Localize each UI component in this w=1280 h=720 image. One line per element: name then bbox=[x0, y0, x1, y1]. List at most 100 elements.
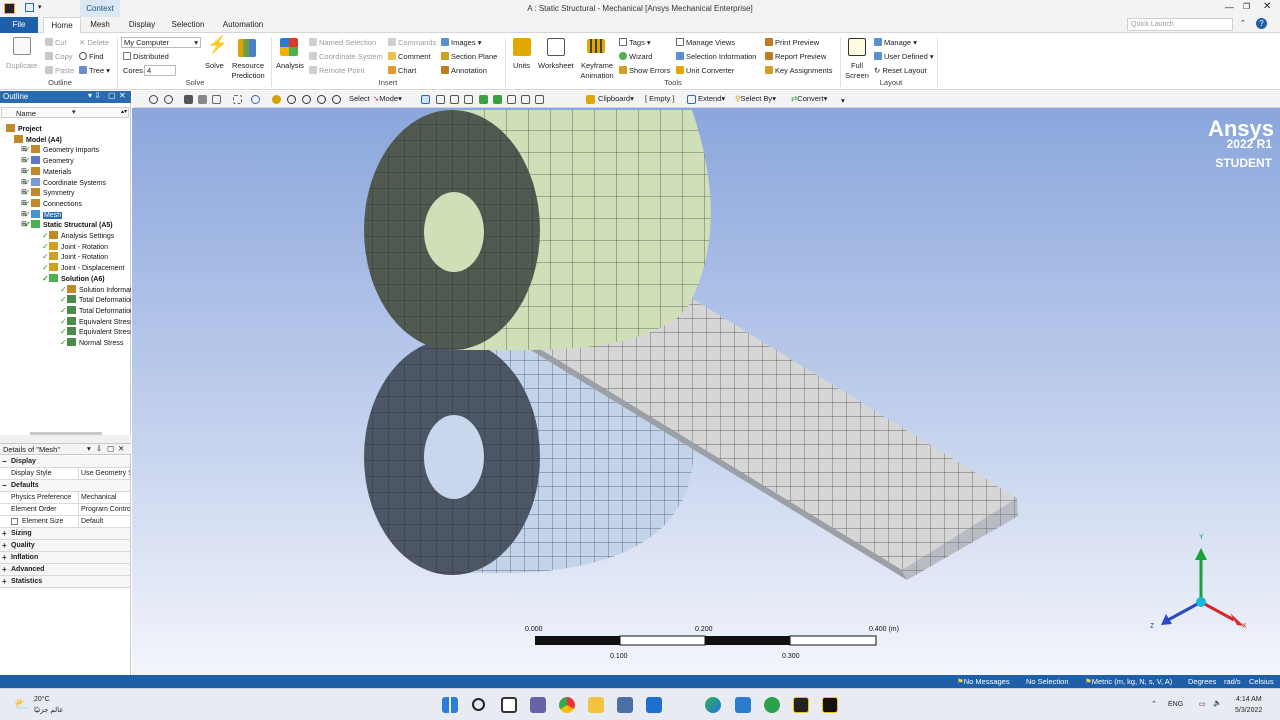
computer-select[interactable]: My Computer ▾ bbox=[121, 37, 201, 48]
chart-button[interactable]: Chart bbox=[388, 66, 416, 76]
top-roller[interactable] bbox=[364, 110, 711, 350]
minimize-icon[interactable]: — bbox=[1225, 2, 1234, 12]
clock-time[interactable]: 4:14 AM bbox=[1236, 696, 1262, 703]
rate-units[interactable]: rad/s bbox=[1224, 677, 1241, 686]
details-section[interactable]: + Sizing bbox=[0, 528, 130, 540]
toolbar-overflow-icon[interactable]: ▾ bbox=[841, 96, 845, 105]
pin-icon[interactable]: ⇩ bbox=[96, 444, 102, 453]
graphics-viewport[interactable]: Ansys 2022 R1 STUDENT 0.000 0.200 0.400 … bbox=[132, 108, 1280, 675]
tree-item[interactable]: Project bbox=[6, 124, 131, 135]
dropdown-icon[interactable]: ▾ bbox=[87, 444, 91, 453]
tab-selection[interactable]: Selection bbox=[167, 17, 209, 33]
zoom-in-icon[interactable] bbox=[287, 95, 296, 104]
unit-converter-button[interactable]: Unit Converter bbox=[676, 66, 734, 76]
details-row[interactable]: Display Style Use Geometry Setting bbox=[0, 468, 130, 480]
close-icon[interactable]: ✕ bbox=[1263, 1, 1271, 12]
units-button[interactable]: Units bbox=[513, 61, 530, 71]
tab-home[interactable]: Home bbox=[43, 17, 81, 33]
tree-item[interactable]: ✓ Analysis Settings bbox=[42, 231, 131, 242]
zoom-icon[interactable] bbox=[149, 95, 158, 104]
tab-file[interactable]: File bbox=[0, 17, 38, 33]
expand-icon[interactable]: + bbox=[2, 576, 7, 587]
analysis-button[interactable]: Analysis bbox=[276, 61, 304, 71]
search-icon[interactable] bbox=[472, 698, 485, 711]
show-errors-button[interactable]: Show Errors bbox=[619, 66, 670, 76]
tree-item[interactable]: ✓ Normal Stress bbox=[60, 338, 131, 349]
details-value[interactable]: Default bbox=[78, 516, 130, 527]
units-status[interactable]: ⚑Metric (m, kg, N, s, V, A) bbox=[1085, 677, 1172, 686]
extend-icon[interactable] bbox=[687, 95, 696, 104]
duplicate-icon[interactable] bbox=[13, 37, 31, 55]
details-section[interactable]: − Defaults bbox=[0, 480, 130, 492]
maximize-icon[interactable]: ▢ bbox=[107, 444, 114, 453]
expand-icon[interactable]: ⊞ bbox=[21, 199, 27, 209]
tree-item[interactable]: ✓ Total Deformation 2 bbox=[60, 305, 131, 317]
name-column-dropdown-icon[interactable]: ▾ bbox=[72, 108, 76, 116]
weather-icon[interactable]: ⛅ bbox=[14, 697, 29, 711]
details-value[interactable]: Mechanical bbox=[78, 492, 130, 503]
language-indicator[interactable]: ENG bbox=[1168, 701, 1183, 708]
tree-item[interactable]: ✓ Symmetry bbox=[24, 188, 131, 199]
outline-name-column[interactable]: Name bbox=[1, 107, 129, 118]
keyframe-animation-button[interactable]: Keyframe Animation bbox=[578, 61, 616, 81]
zoom-out-icon[interactable] bbox=[164, 95, 173, 104]
copy-button[interactable]: Copy bbox=[45, 52, 73, 62]
workbench-icon[interactable] bbox=[793, 697, 809, 713]
quick-launch-input[interactable]: Quick Launch bbox=[1127, 18, 1233, 31]
manage-views-button[interactable]: Manage Views bbox=[676, 38, 735, 48]
pin-icon[interactable]: ▾ ⇩ bbox=[88, 91, 101, 100]
graphics-options-icon[interactable] bbox=[535, 95, 544, 104]
collapse-icon[interactable]: − bbox=[2, 456, 7, 467]
full-screen-button[interactable]: Full Screen bbox=[845, 61, 869, 81]
convert-button[interactable]: ⇄Convert▾ bbox=[791, 94, 827, 103]
select-button[interactable]: Select bbox=[349, 94, 370, 103]
details-section[interactable]: + Quality bbox=[0, 540, 130, 552]
paste-button[interactable]: Paste bbox=[45, 66, 74, 76]
panel-splitter[interactable] bbox=[0, 435, 131, 443]
coordinate-system-button[interactable]: Coordinate System bbox=[309, 52, 383, 62]
details-row[interactable]: Element Order Program Controlled bbox=[0, 504, 130, 516]
minimize-ribbon-icon[interactable]: ⌃ bbox=[1240, 19, 1246, 27]
tags-button[interactable]: Tags ▾ bbox=[619, 38, 651, 48]
task-view-icon[interactable] bbox=[501, 697, 517, 713]
report-preview-button[interactable]: Report Preview bbox=[765, 52, 826, 62]
comment-button[interactable]: Comment bbox=[388, 52, 431, 62]
start-icon[interactable] bbox=[442, 697, 458, 713]
annotation-button[interactable]: Annotation bbox=[441, 66, 487, 76]
tab-automation[interactable]: Automation bbox=[217, 17, 269, 33]
box-icon[interactable] bbox=[184, 95, 193, 104]
tree-item[interactable]: ✓ Connections bbox=[24, 198, 131, 210]
details-value[interactable]: Program Controlled bbox=[78, 504, 130, 515]
cores-input[interactable]: 4 bbox=[144, 65, 176, 76]
shaded-icon[interactable] bbox=[198, 95, 207, 104]
expand-icon[interactable]: ⊞ bbox=[21, 188, 27, 198]
clipboard-icon[interactable] bbox=[586, 95, 595, 104]
remote-point-button[interactable]: Remote Point bbox=[309, 66, 364, 76]
photos-icon[interactable] bbox=[735, 697, 751, 713]
extend-button[interactable]: Extend▾ bbox=[698, 94, 725, 103]
select-mode-icon[interactable] bbox=[233, 95, 242, 104]
tree-item[interactable]: ✓ Materials bbox=[24, 166, 131, 178]
named-selection-button[interactable]: Named Selection bbox=[309, 38, 376, 48]
selection-information-button[interactable]: Selection Information bbox=[676, 52, 756, 62]
edge-select-icon[interactable] bbox=[436, 95, 445, 104]
element-face-icon[interactable] bbox=[493, 95, 502, 104]
element-size-checkbox[interactable] bbox=[11, 518, 18, 525]
wireframe-icon[interactable] bbox=[212, 95, 221, 104]
help-icon[interactable]: ? bbox=[1256, 18, 1267, 29]
cut-button[interactable]: Cut bbox=[45, 38, 67, 48]
worksheet-button[interactable]: Worksheet bbox=[538, 61, 574, 71]
resource-prediction-button[interactable]: Resource Prediction bbox=[230, 61, 266, 81]
details-value[interactable]: Use Geometry Setting bbox=[78, 468, 130, 479]
temperature-units[interactable]: Celsius bbox=[1249, 677, 1274, 686]
maximize-icon[interactable]: ▢ bbox=[108, 91, 116, 100]
messages-status[interactable]: ⚑No Messages bbox=[957, 677, 1010, 686]
tree-item[interactable]: ✓ Joint - Rotation bbox=[42, 252, 131, 263]
mechanical-icon[interactable] bbox=[822, 697, 838, 713]
mail-icon[interactable] bbox=[646, 697, 662, 713]
expand-icon[interactable]: ⊞ bbox=[21, 210, 27, 220]
expand-icon[interactable]: + bbox=[2, 528, 7, 539]
distributed-checkbox[interactable]: Distributed bbox=[123, 52, 169, 62]
edge-icon[interactable] bbox=[705, 697, 721, 713]
delete-button[interactable]: ✕ Delete bbox=[79, 38, 109, 48]
